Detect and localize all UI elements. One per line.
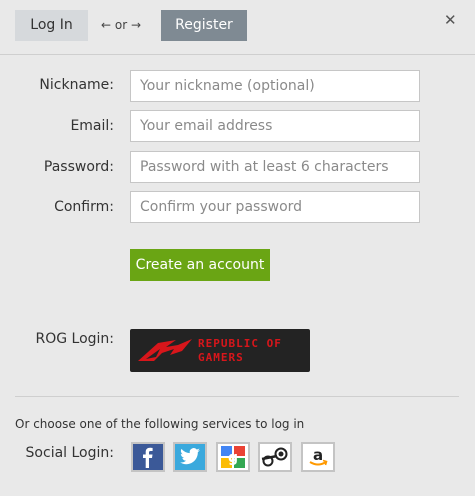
steam-icon bbox=[261, 447, 288, 467]
password-label: Password: bbox=[43, 159, 114, 175]
create-account-button[interactable]: Create an account bbox=[130, 249, 270, 281]
or-separator: ← or → bbox=[101, 18, 142, 32]
nickname-label: Nickname: bbox=[39, 77, 114, 93]
facebook-icon bbox=[143, 447, 153, 468]
rog-login-label: ROG Login: bbox=[35, 331, 114, 347]
social-prompt: Or choose one of the following services … bbox=[15, 417, 305, 431]
svg-text:g: g bbox=[228, 450, 238, 466]
rog-text-line2: GAMERS bbox=[198, 351, 244, 364]
email-field[interactable] bbox=[130, 110, 420, 142]
tab-login[interactable]: Log In bbox=[15, 10, 88, 41]
twitter-icon bbox=[180, 448, 200, 465]
twitter-login-button[interactable] bbox=[173, 442, 207, 472]
close-icon[interactable]: ✕ bbox=[444, 11, 457, 29]
rog-eye-logo-icon bbox=[138, 339, 192, 361]
password-field[interactable] bbox=[130, 151, 420, 183]
svg-text:a: a bbox=[313, 446, 323, 464]
amazon-login-button[interactable]: a bbox=[301, 442, 335, 472]
amazon-icon: a bbox=[309, 446, 328, 466]
social-login-label: Social Login: bbox=[25, 445, 114, 461]
rog-text-line1: REPUBLIC OF bbox=[198, 337, 282, 350]
section-divider bbox=[15, 396, 459, 397]
nickname-field[interactable] bbox=[130, 70, 420, 102]
google-login-button[interactable]: g bbox=[216, 442, 250, 472]
facebook-login-button[interactable] bbox=[131, 442, 165, 472]
email-label: Email: bbox=[70, 118, 114, 134]
confirm-password-field[interactable] bbox=[130, 191, 420, 223]
header-bar: Log In ← or → Register ✕ bbox=[0, 0, 475, 55]
steam-login-button[interactable] bbox=[258, 442, 292, 472]
tab-register[interactable]: Register bbox=[161, 10, 247, 41]
google-icon: g bbox=[221, 446, 245, 468]
confirm-label: Confirm: bbox=[54, 199, 114, 215]
rog-login-button[interactable]: REPUBLIC OF GAMERS bbox=[130, 329, 310, 372]
